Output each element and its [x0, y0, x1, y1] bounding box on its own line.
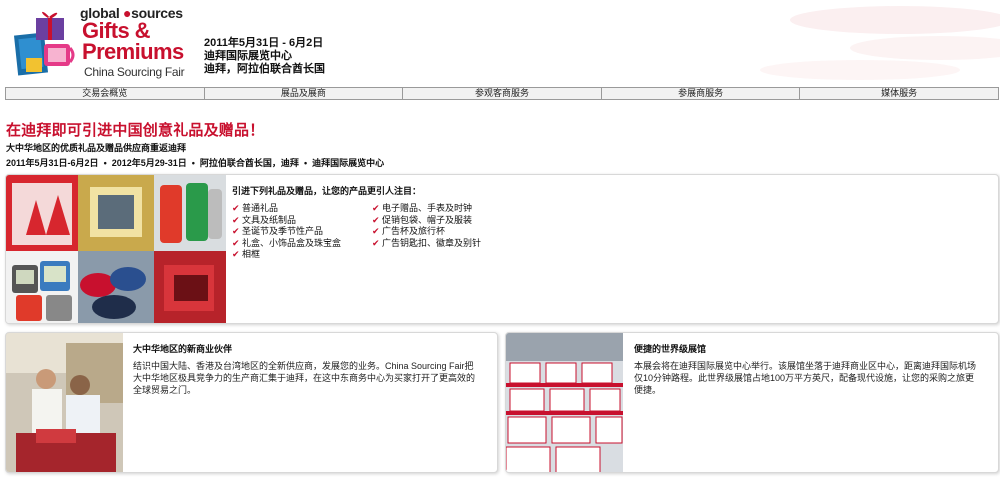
page-subheading: 大中华地区的优质礼品及赠品供应商重返迪拜 — [6, 143, 187, 153]
bullet-sep: • — [303, 158, 308, 168]
bullet-sep: • — [191, 158, 195, 168]
check-icon: ✔ — [232, 203, 240, 213]
date-2012: 2012年5月29-31日 — [111, 158, 187, 168]
event-venue: 迪拜国际展览中心 — [204, 50, 292, 62]
list-item: ✔ 广告杯及旅行杯 — [372, 226, 446, 236]
place-city: 阿拉伯联合酋长国，迪拜 — [199, 158, 299, 168]
main-nav: 交易会概览 展品及展商 参观客商服务 参展商服务 媒体服务 — [5, 87, 999, 100]
products-panel: 引进下列礼品及赠品，让您的产品更引人注目： ✔ 普通礼品 ✔ 文具及纸制品 ✔ 圣诞节… — [5, 174, 999, 324]
venue-text: 本展会将在迪拜国际展览中心举行。该展馆坐落于迪拜商业区中心，距离迪拜国际机场仅1… — [634, 361, 977, 395]
list-item: ✔ 相框 — [232, 249, 261, 259]
page-headline: 在迪拜即可引进中国创意礼品及赠品！ — [6, 122, 265, 139]
check-icon: ✔ — [232, 249, 240, 259]
products-collage-image — [6, 175, 226, 323]
products-title: 引进下列礼品及赠品，让您的产品更引人注目： — [232, 186, 422, 196]
nav-media-services[interactable]: 媒体服务 — [800, 88, 998, 99]
list-item: ✔ 普通礼品 — [232, 203, 279, 213]
brand-fair-name: China Sourcing Fair — [84, 65, 185, 79]
list-item: ✔ 电子赠品、手表及时钟 — [372, 203, 473, 213]
check-icon: ✔ — [232, 226, 240, 236]
list-item: ✔ 礼盒、小饰品盒及珠宝盒 — [232, 237, 342, 248]
bullet-sep: • — [103, 158, 107, 168]
date-line: 2011年5月31日-6月2日 • 2012年5月29-31日 • 阿拉伯联合酋长国，迪… — [6, 156, 384, 169]
check-icon: ✔ — [232, 214, 240, 225]
gift-box-logo-icon — [13, 11, 75, 76]
nav-exhibitor-services[interactable]: 参展商服务 — [602, 88, 801, 99]
nav-overview[interactable]: 交易会概览 — [6, 88, 205, 99]
venue-panel: 便捷的世界级展馆 本展会将在迪拜国际展览中心举行。该展馆坐落于迪拜商业区中心，距… — [505, 332, 999, 473]
list-item: ✔ 促销包袋、帽子及服装 — [372, 214, 473, 225]
products-list-right: ✔ 电子赠品、手表及时钟 ✔ 促销包袋、帽子及服装 ✔ 广告杯及旅行杯 ✔ 广告钥匙扣、… — [372, 203, 522, 249]
exhibition-hall-image — [506, 333, 623, 472]
event-info: 2011年5月31日 - 6月2日 迪拜国际展览中心 迪拜，阿拉伯联合酋长国 — [204, 37, 325, 76]
brand-logo[interactable]: global ●sources Gifts & Premiums China S… — [10, 2, 190, 82]
check-icon: ✔ — [372, 203, 380, 213]
nav-visitor-services[interactable]: 参观客商服务 — [403, 88, 602, 99]
nav-exhibits[interactable]: 展品及展商 — [205, 88, 404, 99]
partners-panel: 大中华地区的新商业伙伴 结识中国大陆、香港及台湾地区的全新供应商，发展您的业务。… — [5, 332, 498, 473]
check-icon: ✔ — [232, 237, 240, 248]
venue-title: 便捷的世界级展馆 — [634, 344, 707, 354]
partners-text: 结识中国大陆、香港及台湾地区的全新供应商，发展您的业务。China Sourci… — [133, 361, 476, 395]
place-venue: 迪拜国际展览中心 — [312, 158, 385, 168]
event-dates: 2011年5月31日 - 6月2日 — [204, 37, 324, 49]
check-icon: ✔ — [372, 214, 380, 225]
check-icon: ✔ — [372, 226, 380, 236]
event-location: 迪拜，阿拉伯联合酋长国 — [204, 63, 325, 75]
date-2011: 2011年5月31日-6月2日 — [6, 158, 99, 168]
partners-title: 大中华地区的新商业伙伴 — [133, 344, 233, 354]
brand-gifts-premiums: Gifts & Premiums — [82, 18, 184, 64]
check-icon: ✔ — [372, 237, 380, 248]
business-meeting-image — [6, 333, 123, 472]
page-header: global ●sources Gifts & Premiums China S… — [0, 0, 1000, 86]
list-item: ✔ 文具及纸制品 — [232, 214, 297, 225]
list-item: ✔ 广告钥匙扣、徽章及别针 — [372, 237, 482, 248]
list-item: ✔ 圣诞节及季节性产品 — [232, 226, 324, 236]
products-list-left: ✔ 普通礼品 ✔ 文具及纸制品 ✔ 圣诞节及季节性产品 ✔ 礼盒、小饰品盒及珠宝盒 ✔ 相… — [232, 203, 372, 261]
